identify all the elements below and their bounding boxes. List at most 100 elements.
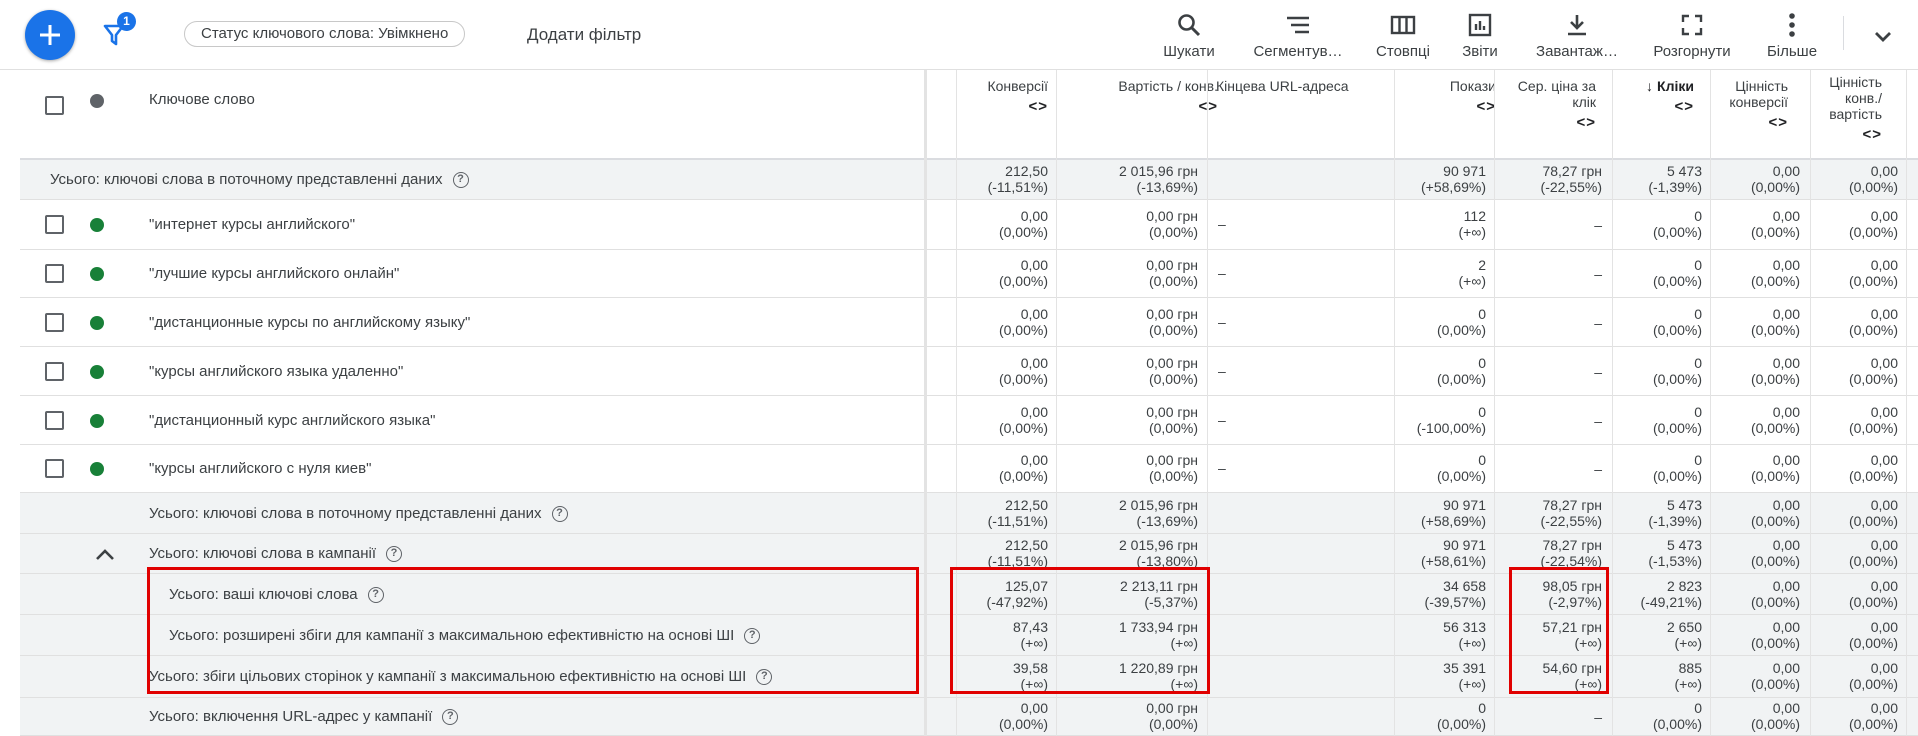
metric-change: (-1,39%) (1648, 179, 1702, 195)
header-conv-value-per-cost[interactable]: Цінність конв./ вартість <> (1804, 74, 1882, 143)
metric-change: (0,00%) (1750, 676, 1800, 692)
keyword-row[interactable]: "курсы английского языка удаленно" –0,00(… (20, 347, 1918, 396)
metric-value: 0,00 грн (1146, 306, 1198, 322)
frozen-column-divider[interactable] (924, 70, 927, 736)
metric-cell-conv: 212,50 (-11,51%) (988, 537, 1048, 569)
help-icon[interactable]: ? (744, 628, 761, 645)
reports-tool-button[interactable]: Звіти (1432, 10, 1528, 60)
metric-value: 0,00 (1020, 355, 1048, 371)
row-checkbox[interactable] (45, 459, 64, 478)
add-filter-button[interactable]: Додати фільтр (527, 25, 641, 45)
metric-change: (0,00%) (1750, 322, 1800, 338)
metric-cell-clicks: 0 (0,00%) (1653, 208, 1702, 240)
row-checkbox[interactable] (45, 411, 64, 430)
metric-cell-impr: 0 (0,00%) (1437, 355, 1486, 387)
total-label: Усього: ваші ключові слова? (169, 586, 384, 604)
status-enabled-dot[interactable] (90, 462, 104, 476)
help-icon[interactable]: ? (452, 172, 469, 189)
metric-cell-acpc: 78,27 грн (-22,55%) (1541, 497, 1602, 529)
metric-cell-cpc-conv: 0,00 грн (0,00%) (1146, 208, 1198, 240)
keyword-row[interactable]: "курсы английского с нуля киев" –0,00 (0,0… (20, 445, 1918, 493)
download-tool-label: Завантаж… (1536, 43, 1618, 60)
keyword-text[interactable]: "лучшие курсы английского онлайн" (149, 265, 399, 282)
metric-cell-cv: 0,00 (0,00%) (1751, 355, 1800, 387)
metric-change: (0,00%) (1750, 273, 1800, 289)
select-all-checkbox[interactable] (45, 96, 64, 115)
keyword-text[interactable]: "дистанционный курс английского языка" (149, 412, 435, 429)
metric-value: 2 (1478, 257, 1486, 273)
help-icon[interactable]: ? (442, 709, 459, 726)
help-icon[interactable]: ? (367, 587, 384, 604)
expand-tool-button[interactable]: Розгорнути (1644, 10, 1740, 60)
segment-tool-button[interactable]: Сегментув… (1250, 10, 1346, 60)
row-label: "интернет курсы английского" (149, 216, 356, 233)
header-conversions[interactable]: Конверсії <> (950, 78, 1048, 115)
metric-value: 0,00 (1772, 700, 1800, 716)
more-tool-button[interactable]: Більше (1744, 10, 1840, 60)
final-url-cell: – (1218, 216, 1226, 232)
metric-cell-clicks: 885 (+∞) (1675, 660, 1702, 692)
metric-value: 0,00 грн (1146, 452, 1198, 468)
collapse-caret-icon[interactable] (94, 547, 116, 561)
search-tool-button[interactable]: Шукати (1141, 10, 1237, 60)
keyword-row[interactable]: "дистанционные курсы по английскому язык… (20, 298, 1918, 347)
keyword-row[interactable]: "лучшие курсы английского онлайн" –0,00 (0… (20, 250, 1918, 298)
keyword-text[interactable]: "курсы английского с нуля киев" (149, 460, 371, 477)
row-label: Усього: ваші ключові слова (169, 586, 358, 603)
keyword-status-filter-chip[interactable]: Статус ключового слова: Увімкнено (184, 21, 466, 47)
status-enabled-dot[interactable] (90, 267, 104, 281)
metric-change: (+∞) (1674, 676, 1702, 692)
metric-change: (0,00%) (1652, 273, 1702, 289)
row-checkbox[interactable] (45, 215, 64, 234)
download-tool-button[interactable]: Завантаж… (1529, 10, 1625, 60)
status-enabled-dot[interactable] (90, 365, 104, 379)
header-cost-per-conversion[interactable]: Вартість / конв. <> (1060, 78, 1218, 115)
create-button[interactable] (25, 10, 75, 60)
row-checkbox[interactable] (45, 264, 64, 283)
header-conversion-value[interactable]: Цінність конверсії <> (1708, 78, 1788, 131)
metric-value: 54,60 грн (1542, 660, 1602, 676)
metric-value: 0,00 (1870, 208, 1898, 224)
keyword-text[interactable]: "дистанционные курсы по английскому язык… (149, 314, 470, 331)
status-enabled-dot[interactable] (90, 316, 104, 330)
header-impressions[interactable]: Покази <> (1400, 78, 1496, 115)
metric-cell-conv: 125,07 (-47,92%) (987, 578, 1048, 610)
help-icon[interactable]: ? (551, 506, 568, 523)
header-avg-cpc[interactable]: Сер. ціна за клік <> (1508, 78, 1596, 131)
header-keyword[interactable]: Ключове слово (149, 92, 255, 108)
row-checkbox[interactable] (45, 313, 64, 332)
row-label: Усього: ключові слова в поточному предст… (50, 171, 443, 188)
final-url-cell: – (1218, 363, 1226, 379)
status-header-dot[interactable] (90, 94, 104, 108)
row-checkbox[interactable] (45, 362, 64, 381)
status-enabled-dot[interactable] (90, 218, 104, 232)
help-icon[interactable]: ? (386, 546, 403, 563)
keyword-text[interactable]: "курсы английского языка удаленно" (149, 363, 403, 380)
metric-cell-cv: 0,00 (0,00%) (1751, 537, 1800, 569)
keyword-row[interactable]: "интернет курсы английского" –0,00 (0,00%)… (20, 200, 1918, 250)
metric-value: 0,00 (1772, 452, 1800, 468)
metric-cell-cv: 0,00 (0,00%) (1751, 208, 1800, 240)
status-enabled-dot[interactable] (90, 414, 104, 428)
header-clicks[interactable]: ↓ Кліки <> (1610, 78, 1694, 115)
keyword-text[interactable]: "интернет курсы английского" (149, 216, 355, 233)
chevron-down-icon[interactable] (1868, 22, 1898, 52)
metric-cell-acpc: 98,05 грн (-2,97%) (1542, 578, 1602, 610)
header-final-url[interactable]: Кінцева URL-адреса (1216, 78, 1396, 94)
metric-cell-clicks: 5 473 (-1,39%) (1648, 497, 1702, 529)
metric-cell-impr: 90 971 (+58,61%) (1421, 537, 1486, 569)
column-divider (1056, 70, 1057, 736)
metric-cell-clicks: 2 650 (+∞) (1667, 619, 1702, 651)
keyword-row[interactable]: "дистанционный курс английского языка" – 0… (20, 396, 1918, 445)
metric-change: (+∞) (1574, 676, 1602, 692)
metric-cell-cvc: 0,00 (0,00%) (1849, 452, 1898, 484)
metric-change: (0,00%) (998, 224, 1048, 240)
help-icon[interactable]: ? (756, 669, 773, 686)
metric-cell-conv: 0,00 (0,00%) (999, 452, 1048, 484)
metric-value: 0,00 грн (1146, 257, 1198, 273)
metric-value: 0,00 (1870, 578, 1898, 594)
metric-change: (0,00%) (1148, 371, 1198, 387)
metric-value: 2 015,96 грн (1118, 497, 1198, 513)
metric-change: (0,00%) (1652, 716, 1702, 732)
metric-change: (0,00%) (1750, 553, 1800, 569)
